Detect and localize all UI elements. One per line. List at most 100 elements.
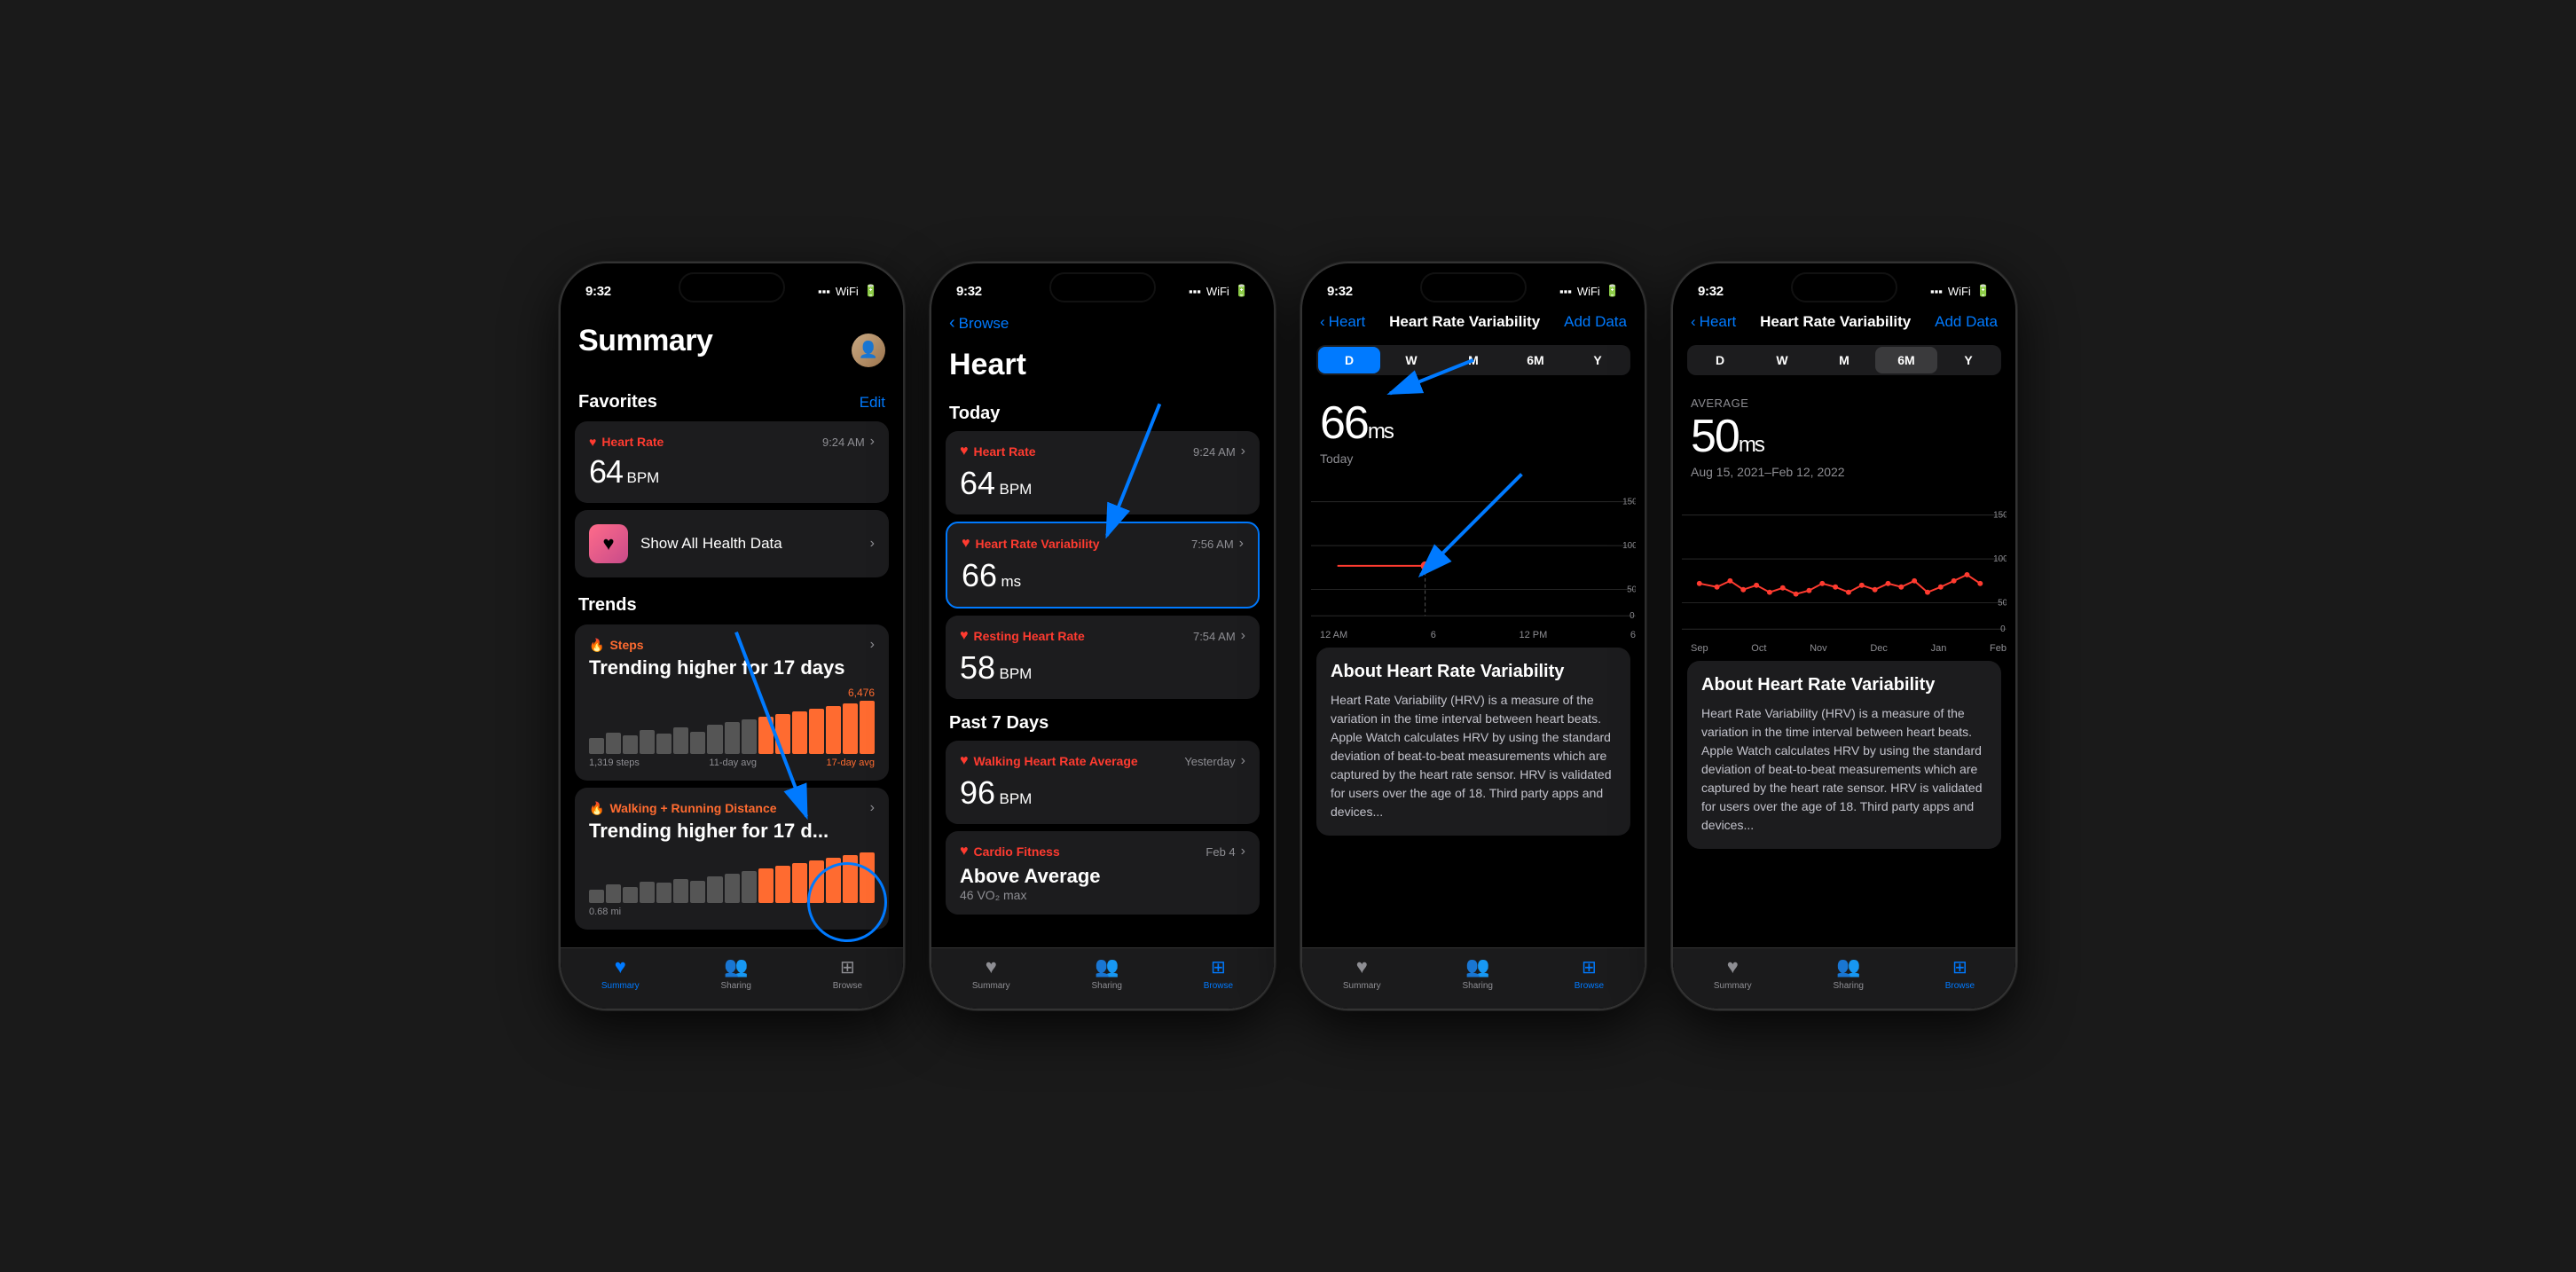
signal-icon-3: ▪▪▪ [1559, 285, 1572, 298]
browse-back-btn[interactable]: ‹ Browse [949, 313, 1009, 334]
summary-tab-icon-3: ♥ [1356, 955, 1368, 978]
heart-back-btn-3[interactable]: ‹ Heart [1320, 313, 1365, 331]
cardio-metric-title: Cardio Fitness [974, 844, 1060, 859]
x-label-4-5: Feb [1990, 643, 2007, 654]
hrv-date-3: Today [1320, 451, 1627, 466]
x-label-3-3: 6 [1630, 630, 1636, 640]
hr-metric-title: Heart Rate [974, 444, 1036, 459]
seg-d-4[interactable]: D [1689, 347, 1751, 373]
seg-m-4[interactable]: M [1813, 347, 1875, 373]
seg-m-3[interactable]: M [1442, 347, 1504, 373]
signal-icon-4: ▪▪▪ [1930, 285, 1943, 298]
svg-text:150: 150 [1622, 498, 1636, 507]
dynamic-island-2 [1049, 272, 1156, 302]
summary-tab-label-4: Summary [1714, 981, 1752, 991]
back-chevron-2: ‹ [949, 313, 955, 334]
x-label-3-1: 6 [1431, 630, 1436, 640]
add-data-btn-3[interactable]: Add Data [1564, 313, 1627, 331]
svg-text:100: 100 [1993, 554, 2007, 564]
hrv-big-value-4: 50ms [1691, 410, 1998, 463]
tab-browse-1[interactable]: ⊞ Browse [833, 956, 862, 991]
tab-sharing-3[interactable]: 👥 Sharing [1462, 955, 1492, 991]
rhr-metric[interactable]: ♥ Resting Heart Rate 7:54 AM › 58 BPM [946, 616, 1260, 699]
summary-tab-icon-4: ♥ [1727, 955, 1739, 978]
about-title-3: About Heart Rate Variability [1331, 662, 1616, 682]
tab-sharing-2[interactable]: 👥 Sharing [1091, 955, 1121, 991]
whr-metric-time: Yesterday [1184, 755, 1235, 768]
tab-browse-2[interactable]: ⊞ Browse [1204, 956, 1233, 991]
heart-back-btn-4[interactable]: ‹ Heart [1691, 313, 1736, 331]
distance-value: 0.68 mi [589, 907, 621, 917]
browse-tab-label-4: Browse [1945, 981, 1975, 991]
heart-rate-card[interactable]: ♥ Heart Rate 9:24 AM › 64 BPM [575, 421, 889, 503]
rhr-metric-time: 7:54 AM [1193, 630, 1236, 643]
svg-text:50: 50 [1998, 599, 2007, 609]
seg-y-4[interactable]: Y [1937, 347, 1999, 373]
x-label-4-2: Nov [1810, 643, 1827, 654]
add-data-btn-4[interactable]: Add Data [1935, 313, 1998, 331]
tab-bar-3: ♥ Summary 👥 Sharing ⊞ Browse [1302, 947, 1645, 1009]
heart-rate-title: Heart Rate [601, 435, 664, 449]
favorites-label: Favorites [578, 392, 657, 412]
hrv-chart-4: 150 100 50 0 [1682, 488, 2007, 648]
hrv-metric[interactable]: ♥ Heart Rate Variability 7:56 AM › 66 ms [946, 522, 1260, 609]
tab-summary-3[interactable]: ♥ Summary [1343, 955, 1381, 991]
browse-tab-icon-3: ⊞ [1582, 956, 1597, 978]
whr-metric[interactable]: ♥ Walking Heart Rate Average Yesterday ›… [946, 741, 1260, 824]
dynamic-island-1 [679, 272, 785, 302]
edit-button[interactable]: Edit [860, 394, 885, 412]
distance-chevron: › [870, 800, 875, 816]
tab-browse-3[interactable]: ⊞ Browse [1575, 956, 1604, 991]
tab-summary-1[interactable]: ♥ Summary [601, 955, 640, 991]
hrv-icon: ♥ [962, 536, 970, 552]
distance-trend-card[interactable]: 🔥 Walking + Running Distance › Trending … [575, 788, 889, 930]
wifi-icon-3: WiFi [1577, 285, 1600, 298]
cardio-metric[interactable]: ♥ Cardio Fitness Feb 4 › Above Average 4… [946, 831, 1260, 915]
battery-icon: 🔋 [864, 284, 878, 298]
sharing-tab-label-4: Sharing [1833, 981, 1863, 991]
steps-avg2: 17-day avg [827, 758, 875, 768]
seg-y-3[interactable]: Y [1567, 347, 1629, 373]
dynamic-island-3 [1420, 272, 1527, 302]
distance-description: Trending higher for 17 d... [589, 820, 875, 843]
segment-control-4: D W M 6M Y [1687, 345, 2001, 375]
cardio-icon: ♥ [960, 844, 969, 860]
back-label-2: Browse [959, 315, 1009, 333]
favorites-header: Favorites Edit [561, 392, 903, 412]
seg-6m-4[interactable]: 6M [1875, 347, 1937, 373]
about-section-3: About Heart Rate Variability Heart Rate … [1316, 648, 1630, 836]
back-chevron-4: ‹ [1691, 313, 1696, 331]
tab-summary-2[interactable]: ♥ Summary [972, 955, 1010, 991]
steps-icon: 🔥 [589, 638, 604, 653]
tab-sharing-1[interactable]: 👥 Sharing [720, 955, 750, 991]
status-time-2: 9:32 [956, 284, 982, 299]
steps-description: Trending higher for 17 days [589, 656, 875, 679]
hrv-nav-4: ‹ Heart Heart Rate Variability Add Data [1673, 306, 2015, 338]
avatar[interactable]: 👤 [852, 334, 885, 367]
summary-tab-label-2: Summary [972, 981, 1010, 991]
trends-label: Trends [578, 595, 637, 616]
steps-max: 6,476 [589, 687, 875, 699]
tab-summary-4[interactable]: ♥ Summary [1714, 955, 1752, 991]
seg-d-3[interactable]: D [1318, 347, 1380, 373]
back-chevron-3: ‹ [1320, 313, 1325, 331]
hrv-unit-4: ms [1739, 433, 1763, 457]
distance-title: Walking + Running Distance [609, 801, 776, 815]
status-time-4: 9:32 [1698, 284, 1724, 299]
show-all-chevron: › [870, 536, 875, 552]
seg-w-3[interactable]: W [1380, 347, 1442, 373]
tab-bar-2: ♥ Summary 👥 Sharing ⊞ Browse [931, 947, 1274, 1009]
scene: 9:32 ▪▪▪ WiFi 🔋 Summary 👤 Favorites Edit [559, 262, 2017, 1010]
wifi-icon-4: WiFi [1948, 285, 1971, 298]
sharing-tab-icon-3: 👥 [1465, 955, 1489, 978]
steps-trend-card[interactable]: 🔥 Steps › Trending higher for 17 days 6,… [575, 624, 889, 781]
heart-rate-metric[interactable]: ♥ Heart Rate 9:24 AM › 64 BPM [946, 431, 1260, 514]
summary-tab-icon-2: ♥ [986, 955, 997, 978]
sharing-tab-label-2: Sharing [1091, 981, 1121, 991]
seg-6m-3[interactable]: 6M [1504, 347, 1567, 373]
show-all-card[interactable]: ♥ Show All Health Data › [575, 510, 889, 577]
tab-sharing-4[interactable]: 👥 Sharing [1833, 955, 1863, 991]
seg-w-4[interactable]: W [1751, 347, 1813, 373]
back-label-4: Heart [1700, 313, 1737, 331]
tab-browse-4[interactable]: ⊞ Browse [1945, 956, 1975, 991]
